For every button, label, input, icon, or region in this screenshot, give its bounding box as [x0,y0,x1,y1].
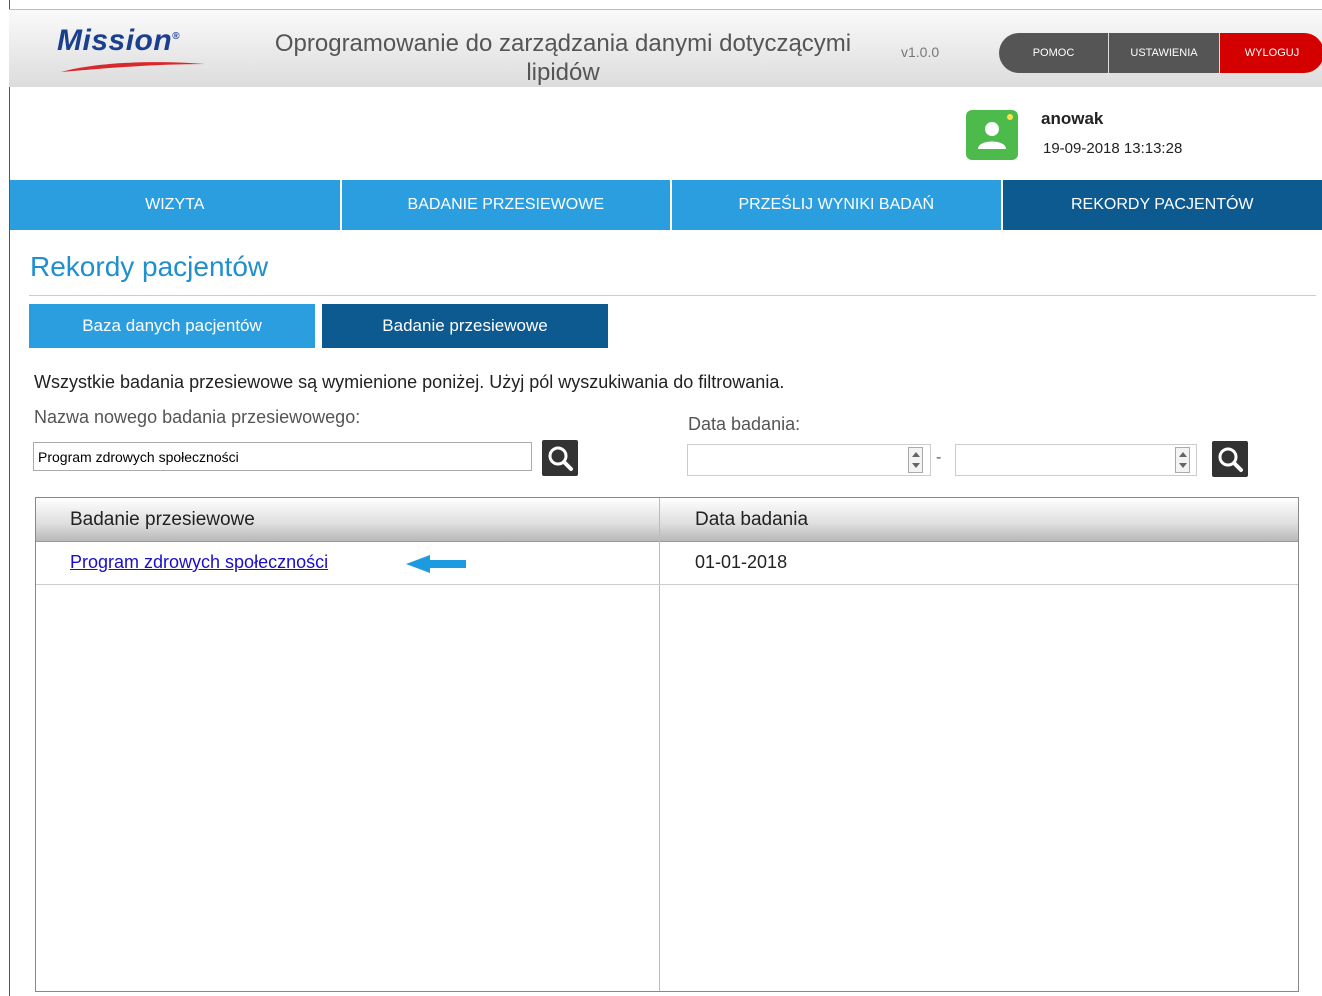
user-icon [966,110,1018,160]
window-left-border [9,0,10,996]
screening-name-label: Nazwa nowego badania przesiewowego: [34,407,361,427]
tab-wizyta[interactable]: WIZYTA [10,180,340,230]
date-range-separator: - [936,449,942,466]
tab-rekordy-pacjentow[interactable]: REKORDY PACJENTÓW [1002,180,1322,230]
subtab-patient-database[interactable]: Baza danych pacjentów [29,304,315,348]
screening-link[interactable]: Program zdrowych społeczności [70,552,328,573]
screening-name-input[interactable] [33,442,532,471]
date-search-button[interactable] [1212,441,1248,477]
column-header-screening[interactable]: Badanie przesiewowe [70,498,255,541]
column-header-date[interactable]: Data badania [695,498,808,541]
spin-down-icon [1179,463,1187,468]
spin-up-icon [1179,452,1187,457]
page-title: Rekordy pacjentów [30,251,269,282]
search-icon [1218,447,1243,472]
tab-przeslij-wyniki[interactable]: PRZEŚLIJ WYNIKI BADAŃ [672,180,1001,230]
date-to-input[interactable] [955,444,1197,476]
spin-down-icon [912,463,920,468]
app-version: v1.0.0 [901,44,940,60]
app-title: Oprogramowanie do zarządzania danymi dot… [274,30,852,86]
subtab-screening[interactable]: Badanie przesiewowe [322,304,608,348]
sub-tabs: Baza danych pacjentów Badanie przesiewow… [29,304,608,348]
logo-swoosh-icon [61,62,205,72]
table-header: Badanie przesiewowe Data badania [36,498,1298,542]
app-header: Mission® Oprogramowanie do zarządzania d… [9,9,1322,87]
header-button-group: POMOC USTAWIENIA WYLOGUJ [999,33,1322,73]
settings-button[interactable]: USTAWIENIA [1109,33,1220,73]
date-to-spinner[interactable] [1175,447,1190,473]
name-search-button[interactable] [542,440,578,476]
spin-up-icon [912,452,920,457]
title-divider [29,295,1316,296]
screenings-table: Badanie przesiewowe Data badania Program… [35,497,1299,992]
screening-date-label: Data badania: [688,414,801,434]
screening-date: 01-01-2018 [695,552,788,572]
info-text: Wszystkie badania przesiewowe są wymieni… [34,372,785,392]
mission-logo: Mission® [57,24,207,74]
help-button[interactable]: POMOC [999,33,1109,73]
current-datetime: 19-09-2018 13:13:28 [1043,140,1183,157]
username: anowak [1041,109,1104,128]
logo-registered-mark: ® [172,31,181,42]
tab-badanie-przesiewowe[interactable]: BADANIE PRZESIEWOWE [341,180,670,230]
table-row: Program zdrowych społeczności 01-01-2018 [36,542,1298,585]
date-from-spinner[interactable] [908,447,923,473]
search-icon [548,446,573,471]
main-nav: WIZYTA BADANIE PRZESIEWOWE PRZEŚLIJ WYNI… [10,180,1322,230]
logo-text: Mission [57,24,173,57]
logout-button[interactable]: WYLOGUJ [1220,33,1322,73]
arrow-left-icon [406,555,466,573]
date-from-input[interactable] [687,444,931,476]
